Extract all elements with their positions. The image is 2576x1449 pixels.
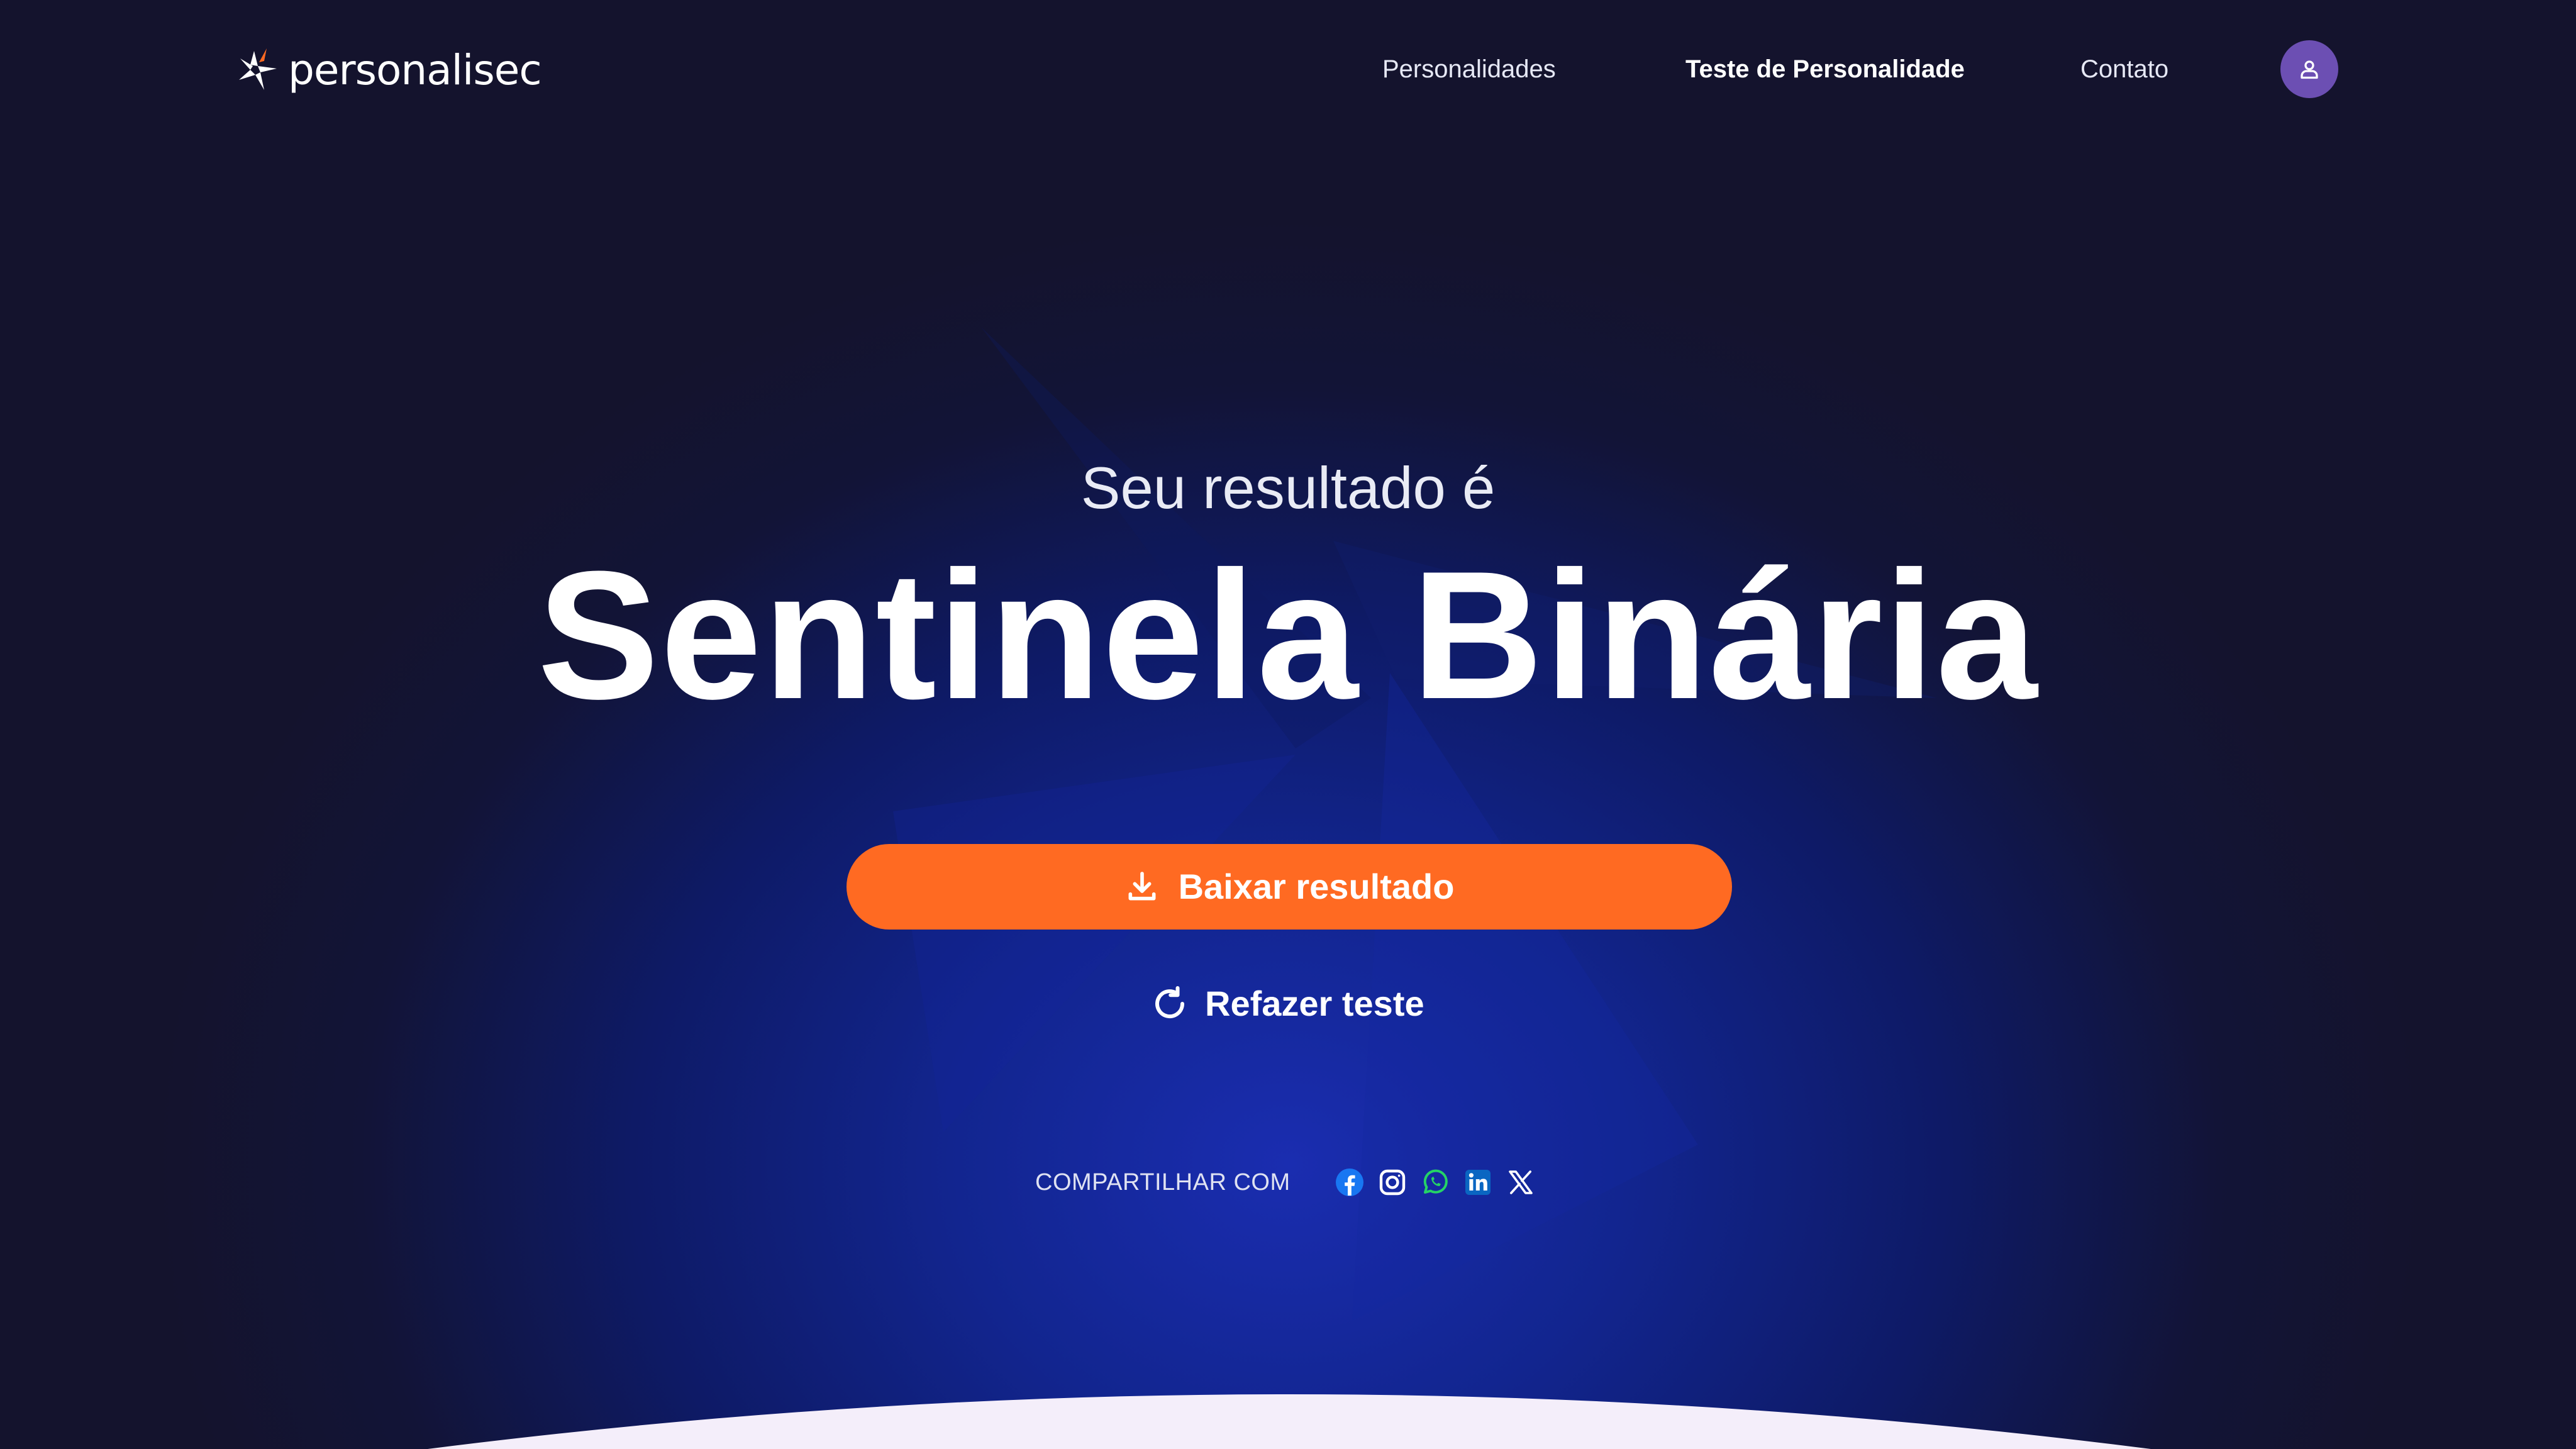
retake-test-button[interactable]: Refazer teste [1151, 979, 1424, 1029]
nav-contato[interactable]: Contato [2080, 52, 2168, 87]
share-icons [1335, 1167, 1536, 1197]
user-icon [2301, 60, 2318, 79]
brand-logo[interactable]: personalisec [236, 44, 542, 97]
share-linkedin-button[interactable] [1463, 1167, 1493, 1197]
share-label: COMPARTILHAR COM [1035, 1169, 1291, 1196]
result-title: Sentinela Binária [537, 533, 2039, 737]
instagram-icon [1379, 1169, 1405, 1196]
share-bar: COMPARTILHAR COM [1035, 1165, 1536, 1200]
bottom-content-arc [428, 1394, 2151, 1449]
share-instagram-button[interactable] [1377, 1167, 1407, 1197]
share-whatsapp-button[interactable] [1420, 1167, 1450, 1197]
download-result-label: Baixar resultado [1178, 867, 1455, 906]
download-icon [1128, 872, 1156, 901]
facebook-icon [1335, 1169, 1363, 1196]
refresh-icon [1155, 986, 1185, 1019]
share-facebook-button[interactable] [1335, 1167, 1365, 1197]
linkedin-icon [1465, 1170, 1491, 1195]
download-result-button[interactable]: Baixar resultado [847, 844, 1732, 930]
result-subtitle: Seu resultado é [1080, 455, 1496, 521]
share-x-button[interactable] [1506, 1167, 1536, 1197]
retake-test-label: Refazer teste [1205, 984, 1424, 1023]
nav-personalidades[interactable]: Personalidades [1382, 52, 1556, 87]
x-icon [1508, 1170, 1533, 1194]
brand-name: personalisec [288, 46, 542, 94]
star-burst-icon [239, 48, 277, 90]
nav-teste-de-personalidade[interactable]: Teste de Personalidade [1685, 52, 1965, 87]
whatsapp-icon [1423, 1169, 1448, 1194]
profile-button[interactable] [2280, 40, 2338, 98]
